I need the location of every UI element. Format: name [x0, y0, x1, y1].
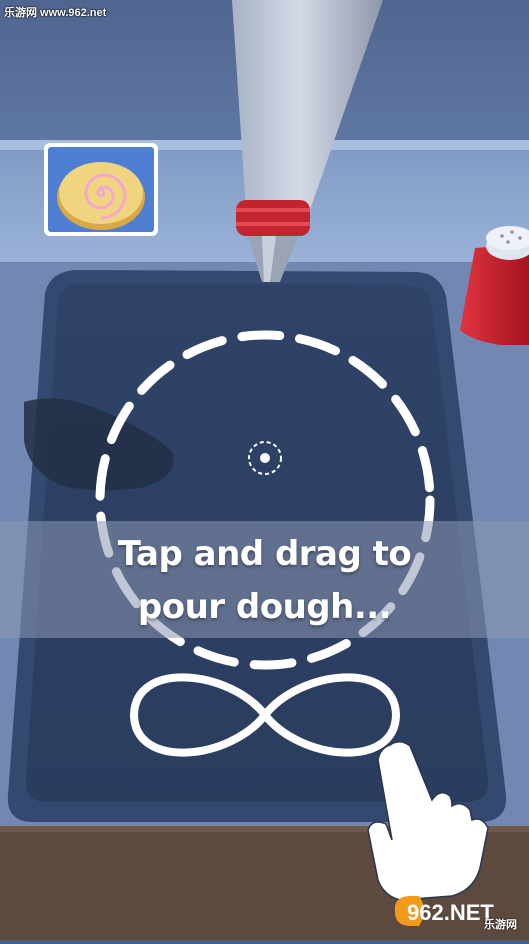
pointing-hand-icon	[367, 741, 489, 901]
logo-subtitle: 乐游网	[484, 919, 517, 931]
logo-brand: 962.NET	[407, 900, 494, 925]
game-scene[interactable]: 乐游网 www.962.net Tap and drag to pour dou…	[0, 0, 529, 940]
